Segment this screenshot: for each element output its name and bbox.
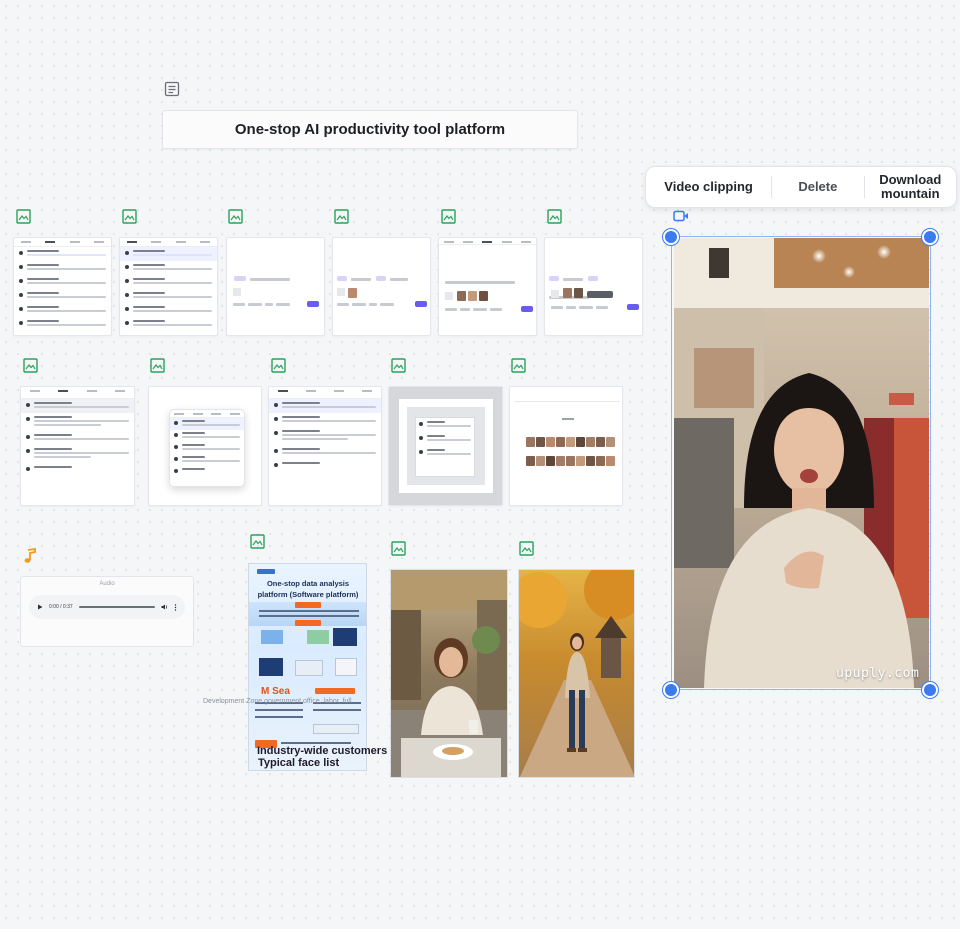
image-icon: [391, 358, 406, 373]
poster-node[interactable]: One-stop data analysis platform (Softwar…: [248, 563, 367, 771]
title-card-text: One-stop AI productivity tool platform: [234, 121, 506, 138]
volume-icon[interactable]: [161, 604, 168, 610]
resize-handle-bottom-right[interactable]: [922, 682, 938, 698]
image-node-composer[interactable]: [332, 237, 431, 336]
image-node-model-list[interactable]: [268, 386, 382, 506]
image-icon: [441, 209, 456, 224]
poster-caption: Development Zone government office, labo…: [203, 698, 352, 705]
image-icon: [519, 541, 534, 556]
audio-time: 0:00 / 0:37: [49, 604, 73, 610]
image-node-composer[interactable]: [544, 237, 643, 336]
image-icon: [391, 541, 406, 556]
autumn-photo: [519, 570, 634, 777]
watermark: upuply.com: [836, 666, 920, 681]
image-node-model-list[interactable]: [20, 386, 135, 506]
delete-button[interactable]: Delete: [772, 180, 863, 194]
audio-progress-bar[interactable]: [78, 606, 155, 608]
image-node-autumn-photo[interactable]: [518, 569, 635, 778]
image-icon: [228, 209, 243, 224]
image-icon: [334, 209, 349, 224]
poster-overlay-line-1: Industry-wide customers: [257, 745, 388, 757]
video-frame-store: [674, 238, 929, 688]
download-button[interactable]: Download mountain: [865, 173, 956, 201]
image-node-face-grid[interactable]: [509, 386, 623, 506]
resize-handle-bottom-left[interactable]: [663, 682, 679, 698]
video-clipping-button[interactable]: Video clipping: [646, 180, 771, 194]
music-note-icon: [24, 548, 36, 563]
more-options-icon[interactable]: [174, 603, 177, 611]
audio-label: Audio: [99, 581, 115, 587]
resize-handle-top-right[interactable]: [922, 229, 938, 245]
image-icon: [250, 534, 265, 549]
cafe-photo: [391, 570, 507, 777]
node-toolbar: Video clipping Delete Download mountain: [645, 166, 957, 208]
image-icon: [547, 209, 562, 224]
image-icon: [122, 209, 137, 224]
poster-title: One-stop data analysis platform (Softwar…: [257, 579, 359, 599]
play-icon[interactable]: [37, 604, 43, 610]
image-node-model-list[interactable]: [13, 237, 112, 336]
title-card[interactable]: One-stop AI productivity tool platform: [162, 110, 578, 149]
image-node-composer[interactable]: [438, 237, 537, 336]
image-icon: [271, 358, 286, 373]
audio-node[interactable]: Audio 0:00 / 0:37: [20, 576, 194, 647]
video-icon: [673, 210, 688, 222]
image-icon: [16, 209, 31, 224]
audio-player[interactable]: 0:00 / 0:37: [29, 595, 185, 619]
document-icon: [164, 81, 180, 97]
image-icon: [150, 358, 165, 373]
poster-overlay-line-2: Typical face list: [258, 757, 340, 769]
resize-handle-top-left[interactable]: [663, 229, 679, 245]
image-node-popup[interactable]: [148, 386, 262, 506]
image-node-composer[interactable]: [226, 237, 325, 336]
image-icon: [23, 358, 38, 373]
image-node-model-list[interactable]: [119, 237, 218, 336]
video-node[interactable]: upuply.com: [674, 238, 929, 688]
image-node-framed[interactable]: [388, 386, 503, 506]
poster-brand: M Sea: [261, 686, 290, 697]
image-icon: [511, 358, 526, 373]
image-node-cafe-photo[interactable]: [390, 569, 508, 778]
